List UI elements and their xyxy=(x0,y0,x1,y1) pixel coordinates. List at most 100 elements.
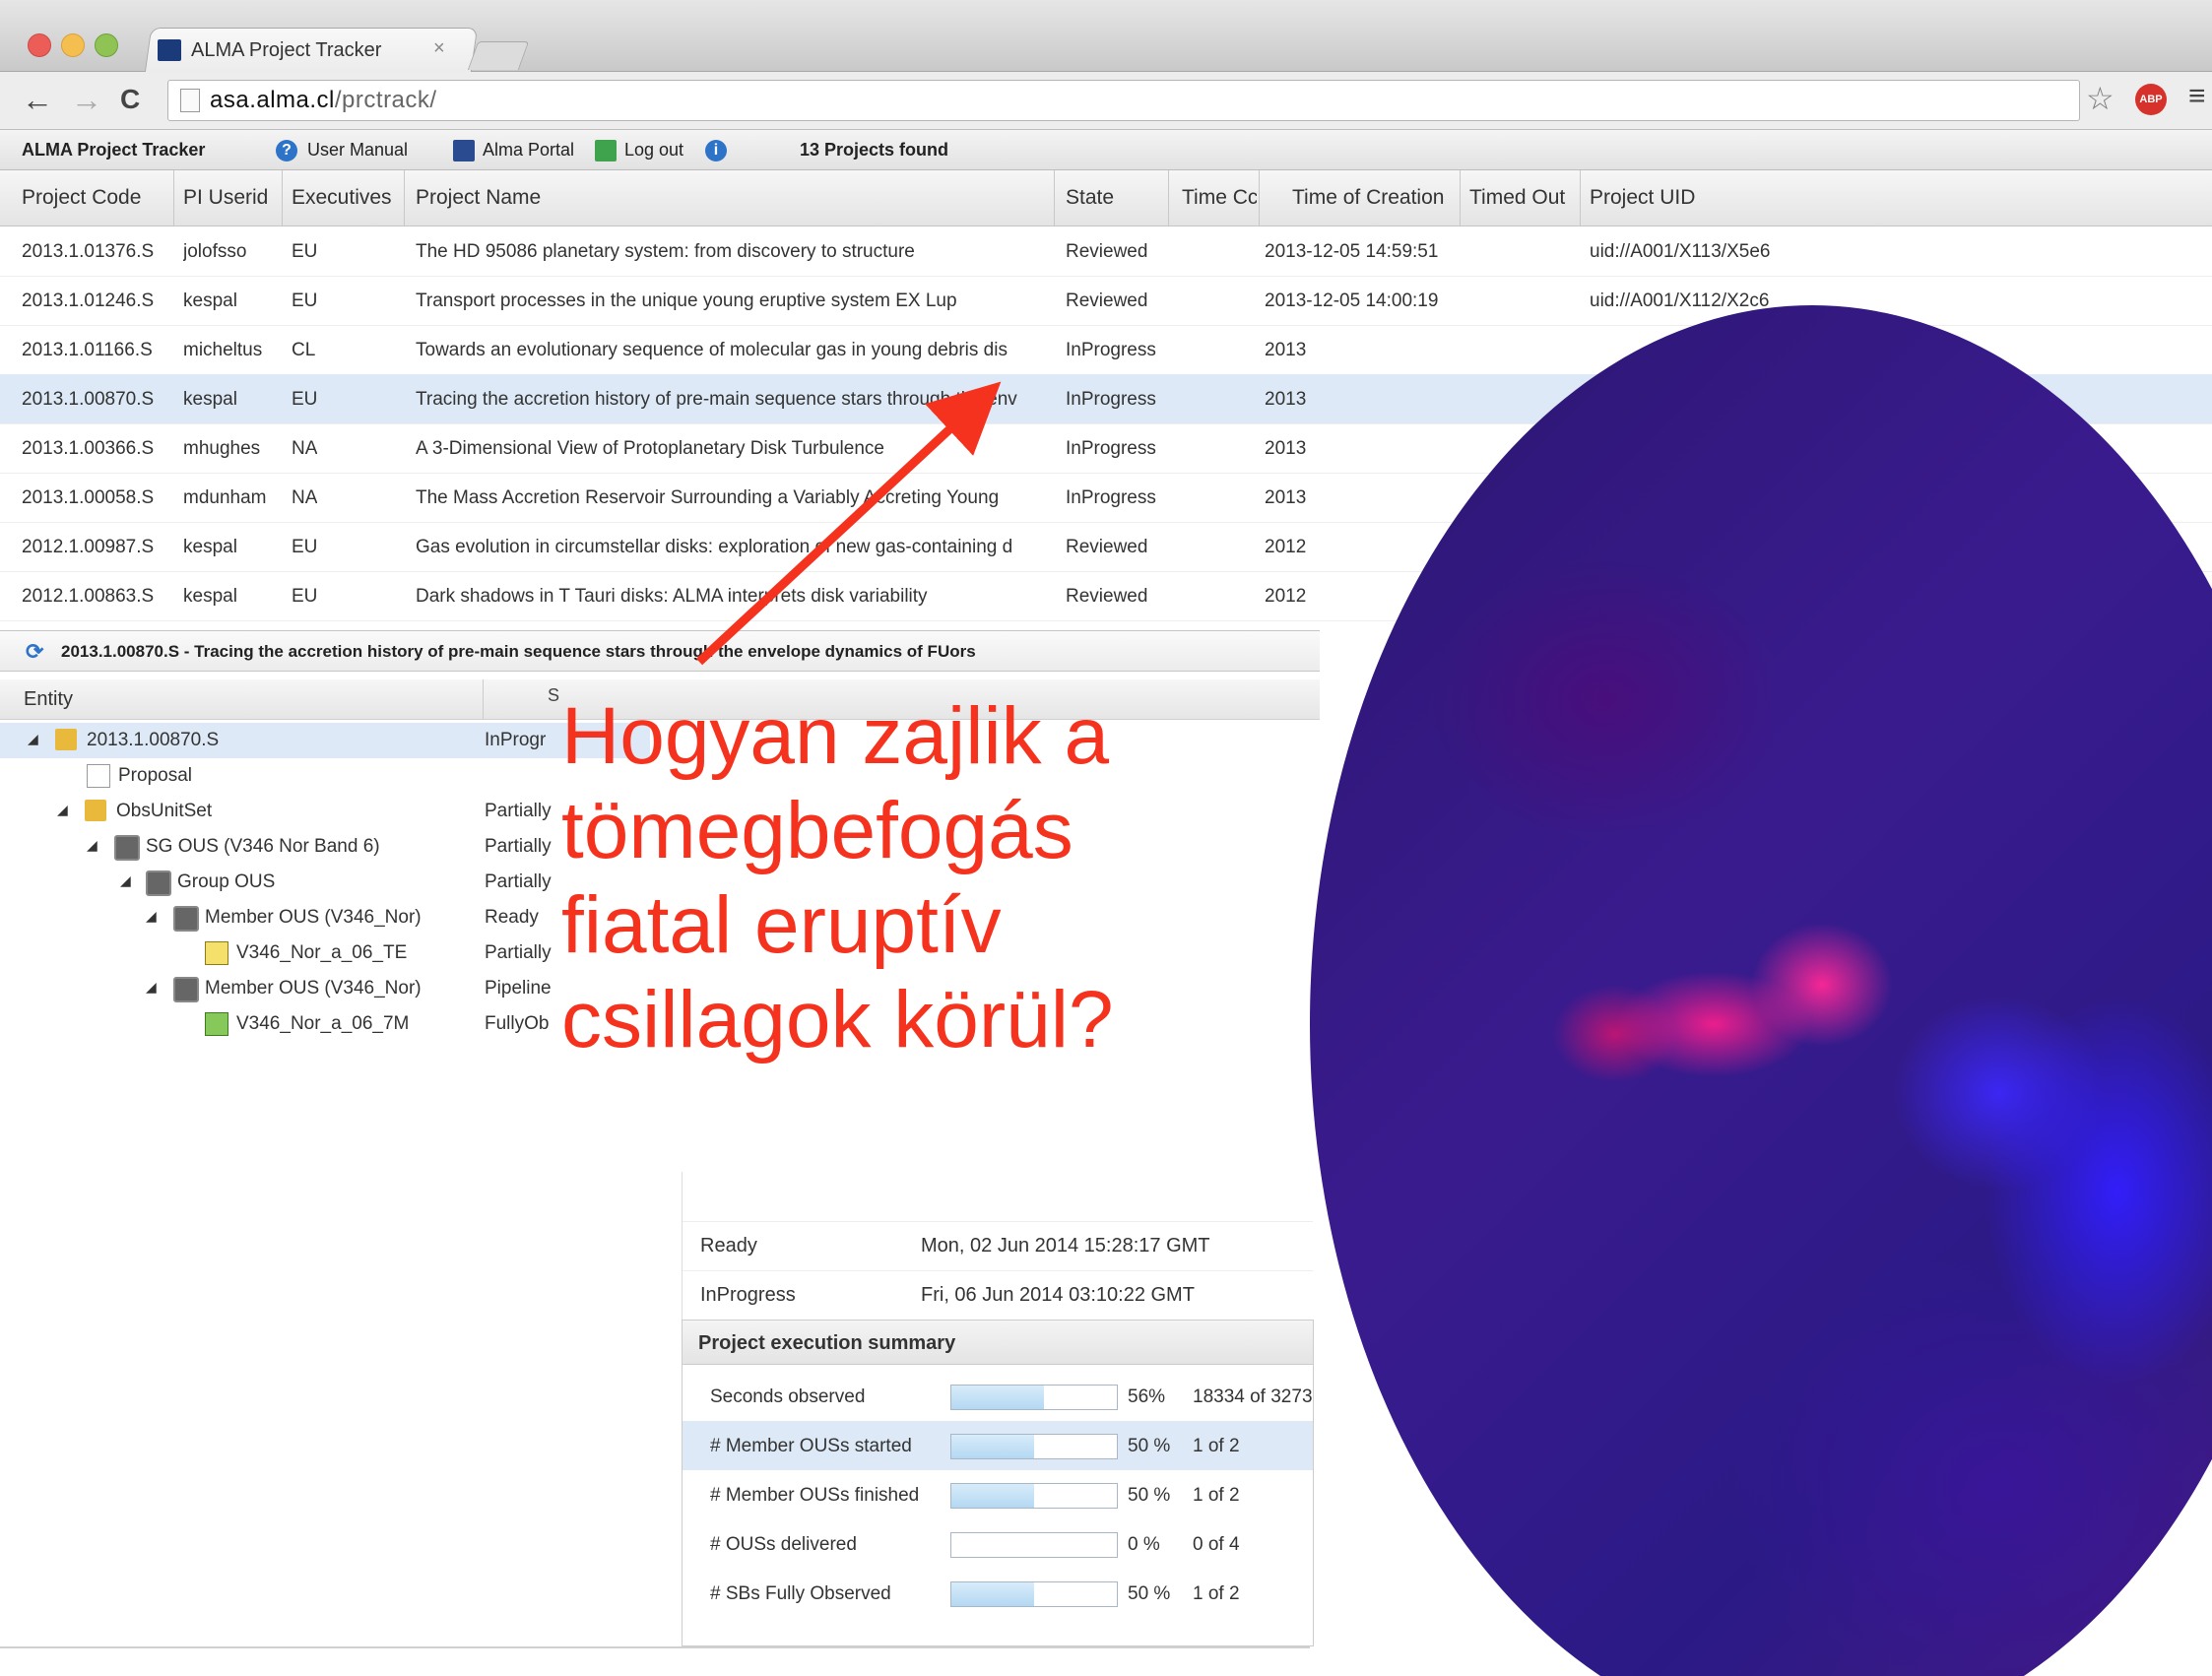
window-minimize-button[interactable] xyxy=(61,33,85,57)
column-header-project-code[interactable]: Project Code xyxy=(22,186,169,210)
cell-project-code: 2013.1.01376.S xyxy=(22,241,155,262)
column-header-project-name[interactable]: Project Name xyxy=(416,186,1046,210)
url-text[interactable]: asa.alma.cl/prctrack/ xyxy=(210,87,437,114)
progress-bar xyxy=(950,1581,1118,1607)
bookmark-star-icon[interactable]: ☆ xyxy=(2086,80,2114,117)
title-bar: ALMA Project Tracker × xyxy=(0,0,2212,72)
browser-tab-content: ALMA Project Tracker × xyxy=(158,33,463,69)
tree-item-state: Partially xyxy=(485,801,552,821)
column-header-state[interactable]: State xyxy=(1066,186,1164,210)
expand-arrow-icon[interactable]: ◢ xyxy=(146,908,157,925)
tab-close-icon[interactable]: × xyxy=(433,37,445,60)
summary-row: Seconds observed 56% 18334 of 3273 xyxy=(683,1372,1313,1421)
adblock-plus-icon[interactable]: ABP xyxy=(2135,84,2167,115)
column-separator[interactable] xyxy=(404,170,405,226)
tree-item-label: V346_Nor_a_06_7M xyxy=(236,1013,410,1034)
tree-item-member-ous[interactable]: ◢ Member OUS (V346_Nor) Ready xyxy=(0,900,650,935)
summary-percent: 56% xyxy=(1128,1386,1166,1407)
cell-project-code: 2012.1.00987.S xyxy=(22,537,155,557)
column-separator[interactable] xyxy=(282,170,283,226)
tree-item-group-ous[interactable]: ◢ Group OUS Partially xyxy=(0,865,650,900)
expand-arrow-icon[interactable]: ◢ xyxy=(57,802,68,818)
progress-bar xyxy=(950,1434,1118,1459)
cell-time-of-creation: 2013 xyxy=(1265,487,1307,508)
column-separator[interactable] xyxy=(483,679,484,719)
cell-project-name: The HD 95086 planetary system: from disc… xyxy=(416,241,915,262)
reload-icon[interactable]: C xyxy=(120,84,140,115)
progress-bar xyxy=(950,1385,1118,1410)
tree-item-label: V346_Nor_a_06_TE xyxy=(236,942,408,963)
cell-time-of-creation: 2013 xyxy=(1265,389,1307,410)
project-execution-summary: Project execution summary Seconds observ… xyxy=(682,1320,1314,1646)
back-arrow-icon[interactable]: ← xyxy=(22,82,53,118)
column-header-project-uid[interactable]: Project UID xyxy=(1590,186,1787,210)
cell-project-uid: uid://A001/X112/X2c6 xyxy=(1590,290,1770,311)
summary-row: # SBs Fully Observed 50 % 1 of 2 xyxy=(683,1569,1313,1618)
column-header-time-of-creation[interactable]: Time of Creation xyxy=(1292,186,1460,210)
cell-executives: CL xyxy=(292,340,316,360)
cell-pi-userid: mdunham xyxy=(183,487,267,508)
column-separator[interactable] xyxy=(1580,170,1581,226)
tree-item-project[interactable]: ◢ 2013.1.00870.S InProgr xyxy=(0,723,650,758)
summary-count: 0 of 4 xyxy=(1193,1534,1240,1555)
tree-item-member-ous[interactable]: ◢ Member OUS (V346_Nor) Pipeline xyxy=(0,971,650,1006)
column-separator[interactable] xyxy=(173,170,174,226)
ous-icon xyxy=(114,835,140,861)
column-header-time-cc[interactable]: Time Cc xyxy=(1182,186,1257,210)
logout-link[interactable]: Log out xyxy=(624,140,683,161)
summary-title-bar: Project execution summary xyxy=(683,1321,1313,1365)
cell-pi-userid: kespal xyxy=(183,389,237,410)
column-separator[interactable] xyxy=(1168,170,1169,226)
expand-arrow-icon[interactable]: ◢ xyxy=(28,731,38,747)
cell-project-code: 2013.1.01166.S xyxy=(22,340,153,360)
cell-pi-userid: kespal xyxy=(183,537,237,557)
tree-item-obsunitset[interactable]: ◢ ObsUnitSet Partially xyxy=(0,794,650,829)
forward-arrow-icon[interactable]: → xyxy=(71,82,102,118)
scheduling-block-complete-icon xyxy=(205,1012,228,1036)
column-header-executives[interactable]: Executives xyxy=(292,186,400,210)
column-separator[interactable] xyxy=(1259,170,1260,226)
address-bar[interactable]: asa.alma.cl/prctrack/ xyxy=(167,80,2080,121)
url-path: /prctrack/ xyxy=(334,87,437,113)
cell-project-code: 2013.1.01246.S xyxy=(22,290,155,311)
help-icon[interactable]: ? xyxy=(276,140,297,161)
info-icon[interactable]: i xyxy=(705,140,727,161)
cell-project-code: 2013.1.00366.S xyxy=(22,438,155,459)
refresh-icon[interactable]: ⟳ xyxy=(26,639,43,665)
cell-state: Reviewed xyxy=(1066,586,1148,607)
projects-found-count: 13 Projects found xyxy=(800,140,949,160)
folder-icon xyxy=(85,800,106,821)
cell-executives: NA xyxy=(292,487,318,508)
cell-pi-userid: jolofsso xyxy=(183,241,247,262)
status-column-header[interactable]: S xyxy=(548,685,559,706)
new-tab-button[interactable] xyxy=(467,41,530,70)
tree-item-state: FullyOb xyxy=(485,1013,550,1034)
browser-menu-icon[interactable]: ≡ xyxy=(2188,80,2206,113)
column-separator[interactable] xyxy=(1054,170,1055,226)
tree-item-scheduling-block[interactable]: V346_Nor_a_06_7M FullyOb xyxy=(0,1006,650,1042)
cell-time-of-creation: 2013 xyxy=(1265,438,1307,459)
cell-state: InProgress xyxy=(1066,438,1156,459)
expand-arrow-icon[interactable]: ◢ xyxy=(146,979,157,996)
window-zoom-button[interactable] xyxy=(95,33,118,57)
summary-percent: 50 % xyxy=(1128,1485,1171,1506)
column-header-timed-out[interactable]: Timed Out xyxy=(1469,186,1578,210)
expand-arrow-icon[interactable]: ◢ xyxy=(120,872,131,889)
browser-window: ALMA Project Tracker × ← → C asa.alma.cl… xyxy=(0,0,2212,1676)
column-header-pi-userid[interactable]: PI Userid xyxy=(183,186,282,210)
tree-item-sg-ous[interactable]: ◢ SG OUS (V346 Nor Band 6) Partially xyxy=(0,829,650,865)
tab-title: ALMA Project Tracker xyxy=(191,39,382,61)
expand-arrow-icon[interactable]: ◢ xyxy=(87,837,98,854)
table-row[interactable]: 2013.1.01376.S jolofsso EU The HD 95086 … xyxy=(0,226,2212,277)
tree-item-state: Pipeline xyxy=(485,978,552,999)
alma-portal-link[interactable]: Alma Portal xyxy=(483,140,574,161)
entity-column-header[interactable]: Entity xyxy=(24,688,73,711)
user-manual-link[interactable]: User Manual xyxy=(307,140,408,161)
tree-item-proposal[interactable]: Proposal xyxy=(0,758,650,794)
cell-time-of-creation: 2012 xyxy=(1265,586,1307,607)
column-separator[interactable] xyxy=(1460,170,1461,226)
portal-icon[interactable] xyxy=(453,140,475,161)
tree-item-scheduling-block[interactable]: V346_Nor_a_06_TE Partially xyxy=(0,935,650,971)
logout-icon[interactable] xyxy=(595,140,617,161)
window-close-button[interactable] xyxy=(28,33,51,57)
